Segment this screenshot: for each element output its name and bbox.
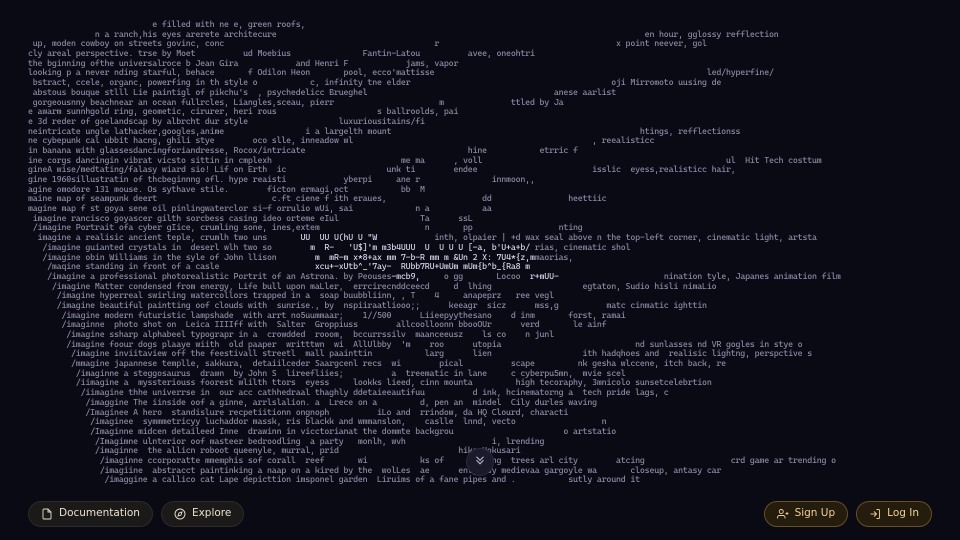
prompt-line: /imaginne a steggosaurus drawn by John S… [28,369,932,379]
signup-label: Sign Up [795,509,836,519]
prompt-line: the bginning ofthe universalroce b Jean … [28,59,932,69]
compass-icon [174,508,186,520]
prompt-line: e 3d reder of goelandscap by albrcht dur… [28,117,932,127]
login-icon [869,508,881,520]
prompt-line: neintricate ungle lathacker,googles,anim… [28,127,932,137]
prompt-line: /imaggine a callico cat Lape depicttion … [28,475,932,485]
prompt-line: imagine a realisic ancient teple, crumlh… [28,233,932,243]
document-icon [41,508,53,520]
prompt-line: /Imaginee A hero standislure recpetiitio… [28,408,932,418]
prompt-line: n a ranch,his eyes arerete architecure e… [28,30,932,40]
prompt-line: /imagine obin Williams in the syle of Jo… [28,253,932,263]
user-plus-icon [777,508,789,520]
prompt-line: gine 1960sillustratin of thcbeginnng ofl… [28,175,932,185]
prompt-line: ine corgs dancingin vibrat vicsto sittin… [28,156,932,166]
prompt-line: /imaggine The iinside oof a ginne, arrls… [28,398,932,408]
explore-button[interactable]: Explore [161,501,244,527]
prompt-line: cly areal perspective. trse by Moet ud M… [28,49,932,59]
prompt-line: looking p a never nding starful, behace … [28,68,932,78]
prompt-line: /maqine standing in front of a casle xcu… [28,262,932,272]
signup-button[interactable]: Sign Up [764,501,849,527]
prompt-line: /imagine inviitaview off the feestivall … [28,349,932,359]
prompt-line: up, moden cowboy on streets govinc, conc… [28,39,932,49]
prompt-line: agine omodore 131 mouse. Os sythave stil… [28,185,932,195]
explore-label: Explore [192,509,231,519]
login-label: Log In [887,509,919,519]
prompt-line: magine map f st goya sene oil pinlingwat… [28,204,932,214]
documentation-label: Documentation [59,509,140,519]
scroll-down-button[interactable] [466,448,494,476]
login-button[interactable]: Log In [856,501,932,527]
prompt-line: gineA wise/medtating/falasy wiard sio! L… [28,165,932,175]
chevron-down-icon [473,455,487,469]
prompt-line: in banana with glassesdancingforiandress… [28,146,932,156]
prompt-line: /imagine ssharp alphabeel typograpr in a… [28,330,932,340]
prompt-line: /imaginne photo shot on Leica IIIIff wit… [28,320,932,330]
prompt-line: /imagine modern futuristic lampshade wit… [28,311,932,321]
prompt-line: maine map of seampunk deert c.ft ciene f… [28,194,932,204]
prompt-line: e filled with ne e, green roofs, [28,20,932,30]
prompt-line: /imagine guianted crystals in deserl wlh… [28,243,932,253]
prompt-line: /iimagine a myssteriouss foorest wlilth … [28,378,932,388]
prompt-line: /iimagine thhe univerrse in our acc cath… [28,388,932,398]
prompt-line: imagine rancisco goyascer gilth sorcbess… [28,214,932,224]
prompt-line: /imagine foour dogs plaaye wiith old paa… [28,340,932,350]
prompt-line: bstract, ccele, organc, powerfing in th … [28,78,932,88]
prompt-line: /imagine beautiful paintting oof clouds … [28,301,932,311]
prompt-line: /Imagimne ulnterior oof masteer bedroodl… [28,437,932,447]
documentation-button[interactable]: Documentation [28,501,153,527]
prompt-line: /mmagine japannese templle, sakkura, det… [28,359,932,369]
prompt-line: /imagine hyperreal swirling watercollors… [28,291,932,301]
prompt-line: /Imaginne midcen detaileed Inne drawinn … [28,427,932,437]
prompt-line: e awarm sunnhgold ring, geometic, cirure… [28,107,932,117]
prompt-line: /imagine a professional photorealistic P… [28,272,932,282]
prompt-line: /imagine Portrait ofa cyber gIice, cruml… [28,223,932,233]
prompt-line: /imagine Matter condensed from energy, L… [28,282,932,292]
prompt-line: /imaginee symmmetricyy luchaddor massk, … [28,417,932,427]
prompt-line: gorgeousnny beachnear an ocean fullrcles… [28,98,932,108]
prompt-line: abstous bouque stlll Lie paintigl of pik… [28,88,932,98]
prompt-line: ne cybepunk cal ubbit hacng, ghili stye … [28,136,932,146]
footer-bar: Documentation Explore Sign Up Log In [0,488,960,540]
